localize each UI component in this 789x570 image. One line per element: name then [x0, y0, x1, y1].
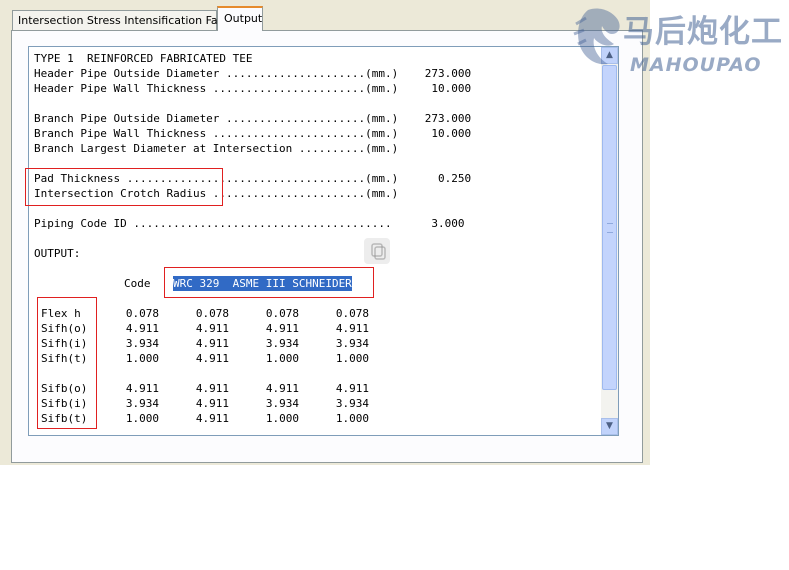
annotation-box-code	[164, 267, 374, 298]
row-value: 4.911	[195, 337, 229, 350]
row-value: 0.078	[335, 307, 369, 320]
horse-logo-icon	[573, 8, 620, 65]
row-value: 4.911	[335, 322, 369, 335]
row-value: 1.000	[335, 412, 369, 425]
vertical-scrollbar[interactable]: ▲ ▼	[601, 47, 618, 435]
row-value: 4.911	[265, 322, 299, 335]
row-value: 4.911	[335, 382, 369, 395]
row-value: 3.934	[125, 397, 159, 410]
row-value: 4.911	[265, 382, 299, 395]
row-value: 4.911	[195, 322, 229, 335]
tab-output[interactable]: Output	[217, 6, 263, 31]
copy-icon	[364, 238, 390, 264]
row-value: 4.911	[125, 382, 159, 395]
summary-line: TYPE 1 REINFORCED FABRICATED TEE	[34, 52, 253, 65]
row-value: 0.078	[195, 307, 229, 320]
annotation-box-sif-labels	[37, 297, 97, 429]
summary-line: Header Pipe Outside Diameter ...........…	[34, 67, 472, 80]
watermark-text-cn: 马后炮化工	[623, 14, 783, 50]
code-label: Code	[124, 277, 151, 290]
row-value: 4.911	[195, 412, 229, 425]
output-text-area[interactable]: TYPE 1 REINFORCED FABRICATED TEE Header P…	[28, 46, 619, 436]
row-value: 1.000	[335, 352, 369, 365]
summary-line: OUTPUT:	[34, 247, 81, 260]
summary-line: Piping Code ID .........................…	[34, 217, 465, 230]
summary-line: Branch Largest Diameter at Intersection …	[34, 142, 399, 155]
row-value: 4.911	[125, 322, 159, 335]
row-value: 1.000	[265, 352, 299, 365]
row-value: 1.000	[265, 412, 299, 425]
row-value: 4.911	[195, 352, 229, 365]
tab-intersection-sif[interactable]: Intersection Stress Intensification Fact…	[12, 10, 245, 30]
summary-line: Header Pipe Wall Thickness .............…	[34, 82, 472, 95]
row-value: 3.934	[125, 337, 159, 350]
row-value: 3.934	[265, 397, 299, 410]
row-value: 3.934	[265, 337, 299, 350]
row-value: 4.911	[195, 382, 229, 395]
row-value: 4.911	[195, 397, 229, 410]
summary-line: Branch Pipe Outside Diameter ...........…	[34, 112, 472, 125]
row-value: 3.934	[335, 397, 369, 410]
row-value: 0.078	[125, 307, 159, 320]
row-value: 1.000	[125, 352, 159, 365]
dialog-window: Intersection Stress Intensification Fact…	[0, 0, 650, 465]
annotation-box-pad-crotch	[25, 168, 223, 206]
row-value: 3.934	[335, 337, 369, 350]
row-value: 1.000	[125, 412, 159, 425]
scrollbar-thumb[interactable]	[602, 65, 617, 390]
watermark-text-en: MAHOUPAO	[630, 54, 762, 76]
row-value: 0.078	[265, 307, 299, 320]
grip-icon	[607, 223, 613, 233]
summary-line: Branch Pipe Wall Thickness .............…	[34, 127, 472, 140]
chevron-down-icon[interactable]: ▼	[601, 418, 618, 435]
